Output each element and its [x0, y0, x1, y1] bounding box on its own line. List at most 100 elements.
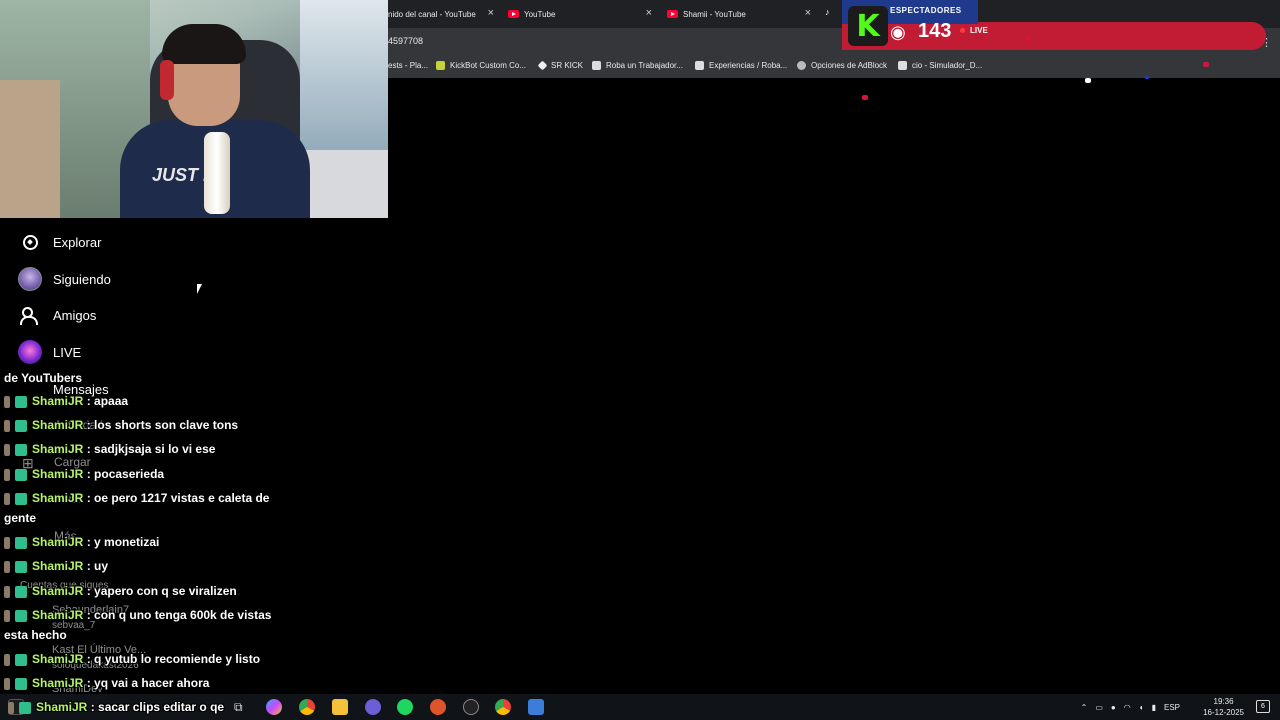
wifi-icon[interactable]: ◠ — [1124, 703, 1131, 712]
kick-badge-icon — [15, 419, 27, 432]
kick-badge-icon — [15, 468, 27, 481]
chat-message: ShamiJR : los shorts son clave tons — [4, 415, 238, 435]
system-tray: ⌃ ▭ ● ◠ ◖ ▮ ESP — [1081, 694, 1188, 720]
badge-icon — [4, 395, 10, 408]
sidebar-item-label: Siguiendo — [53, 271, 111, 287]
chat-message: ShamiJR : con q uno tenga 600k de vistas — [4, 605, 271, 625]
kick-viewer-overlay: K ESPECTADORES ◉ 143 LIVE — [842, 0, 1266, 50]
kick-badge-icon — [15, 677, 27, 690]
chat-username: ShamiJR — [32, 584, 84, 598]
badge-icon — [8, 701, 14, 714]
webcam-shelf — [0, 80, 60, 218]
chat-text: : apaaa — [86, 394, 129, 408]
confetti-piece — [862, 95, 868, 100]
live-indicator: LIVE — [960, 26, 988, 35]
mic-icon[interactable]: ● — [1111, 703, 1116, 712]
badge-icon — [4, 677, 10, 690]
screen: JUST DO nido del canal - YouTube × YouTu… — [0, 0, 1280, 720]
tiktok-icon[interactable]: ♪ — [825, 7, 837, 19]
chat-message: ShamiJR : apaaa — [4, 391, 128, 411]
viewers-label: ESPECTADORES — [890, 6, 962, 15]
chrome-icon[interactable] — [299, 699, 315, 715]
badge-icon — [4, 492, 10, 505]
confetti-piece — [1025, 36, 1031, 41]
tab-label: Shamii - YouTube — [683, 9, 746, 19]
live-icon — [16, 338, 44, 366]
chat-message: ShamiJR : sadjkjsaja si lo vi ese — [4, 439, 215, 459]
date-text: 16-12-2025 — [1203, 708, 1244, 717]
webcam-window — [300, 0, 388, 160]
calculator-icon[interactable] — [528, 699, 544, 715]
battery-icon[interactable]: ▮ — [1152, 703, 1156, 712]
confetti-piece — [1085, 78, 1091, 83]
chrome-icon[interactable] — [495, 699, 511, 715]
badge-icon — [4, 443, 10, 456]
tab-youtube[interactable]: YouTube × — [508, 0, 658, 28]
folder-icon[interactable] — [332, 699, 348, 715]
tab-label: nido del canal - YouTube — [388, 9, 476, 19]
sidebar-item-amigos[interactable]: Amigos — [16, 301, 96, 329]
close-icon[interactable]: × — [805, 8, 811, 19]
app-icon[interactable] — [430, 699, 446, 715]
chat-message: ShamiJR : pocaserieda — [4, 464, 164, 484]
sidebar-item-siguiendo[interactable]: Siguiendo — [16, 265, 111, 293]
doc-icon — [898, 61, 907, 70]
globe-icon — [797, 61, 806, 70]
language-indicator[interactable]: ESP — [1164, 703, 1180, 712]
tab-canal[interactable]: nido del canal - YouTube × — [388, 0, 500, 28]
badge-icon — [4, 419, 10, 432]
webcam-feed: JUST DO — [0, 0, 388, 218]
compass-icon — [16, 228, 44, 256]
bookmark-item[interactable]: ests - Pla... — [388, 61, 428, 70]
chat-username: ShamiJR — [32, 467, 84, 481]
spotify-icon[interactable] — [397, 699, 413, 715]
chat-message: ShamiJR : q yutub lo recomiende y listo — [4, 649, 260, 669]
bookmark-item[interactable]: Opciones de AdBlock — [797, 61, 887, 70]
chat-text: : q yutub lo recomiende y listo — [86, 652, 261, 666]
kick-badge-icon — [15, 492, 27, 505]
badge-icon — [4, 653, 10, 666]
chat-username: ShamiJR — [32, 676, 84, 690]
chat-username: ShamiJR — [32, 394, 84, 408]
close-icon[interactable]: × — [646, 8, 652, 19]
page-icon — [592, 61, 601, 70]
clock[interactable]: 19:36 16-12-2025 — [1203, 696, 1244, 718]
chevron-up-icon[interactable]: ⌃ — [1081, 703, 1088, 712]
sidebar-item-label: Amigos — [53, 307, 97, 323]
headset-icon — [160, 60, 174, 100]
diamond-icon — [537, 60, 548, 71]
sidebar-item-live[interactable]: LIVE — [16, 338, 81, 366]
chat-text-wrap: esta hecho — [4, 628, 67, 642]
chat-text: : los shorts son clave tons — [86, 418, 239, 432]
eye-icon: ◉ — [890, 22, 906, 42]
bookmark-item[interactable]: Roba un Trabajador... — [592, 61, 683, 70]
confetti-piece — [1203, 62, 1209, 67]
chat-message: ShamiJR : y monetizai — [4, 532, 159, 552]
chat-username: ShamiJR — [32, 559, 84, 573]
time-text: 19:36 — [1213, 697, 1234, 706]
badge-icon — [4, 609, 10, 622]
chat-message: ShamiJR : yq vai a hacer ahora — [4, 673, 209, 693]
discord-icon[interactable] — [365, 699, 381, 715]
bookmark-item[interactable]: KickBot Custom Co... — [436, 61, 526, 70]
obs-icon[interactable] — [463, 699, 479, 715]
kick-badge-icon — [15, 395, 27, 408]
copilot-icon[interactable] — [266, 699, 282, 715]
bookmark-item[interactable]: SR KICK — [537, 60, 583, 71]
display-icon[interactable]: ▭ — [1095, 703, 1103, 712]
chat-text: : y monetizai — [86, 535, 160, 549]
chat-text: : sacar clips editar o qe — [90, 700, 225, 714]
bookmark-item[interactable]: Experiencias / Roba... — [695, 61, 787, 70]
tab-shamii[interactable]: Shamii - YouTube × — [667, 0, 817, 28]
notification-icon[interactable]: 6 — [1256, 700, 1270, 713]
close-icon[interactable]: × — [488, 8, 494, 19]
bookmark-item[interactable]: cio - Simulador_D... — [898, 61, 982, 70]
task-view-icon[interactable]: ⧉ — [234, 699, 250, 715]
chat-text-wrap: gente — [4, 511, 37, 525]
chat-message: ShamiJR : sacar clips editar o qe — [8, 697, 224, 717]
url-text[interactable]: 4597708 — [388, 36, 423, 46]
sidebar-item-explorar[interactable]: Explorar — [16, 228, 101, 256]
kick-badge-icon — [19, 701, 31, 714]
chat-fragment: de YouTubers — [4, 371, 83, 385]
volume-icon[interactable]: ◖ — [1139, 703, 1144, 712]
